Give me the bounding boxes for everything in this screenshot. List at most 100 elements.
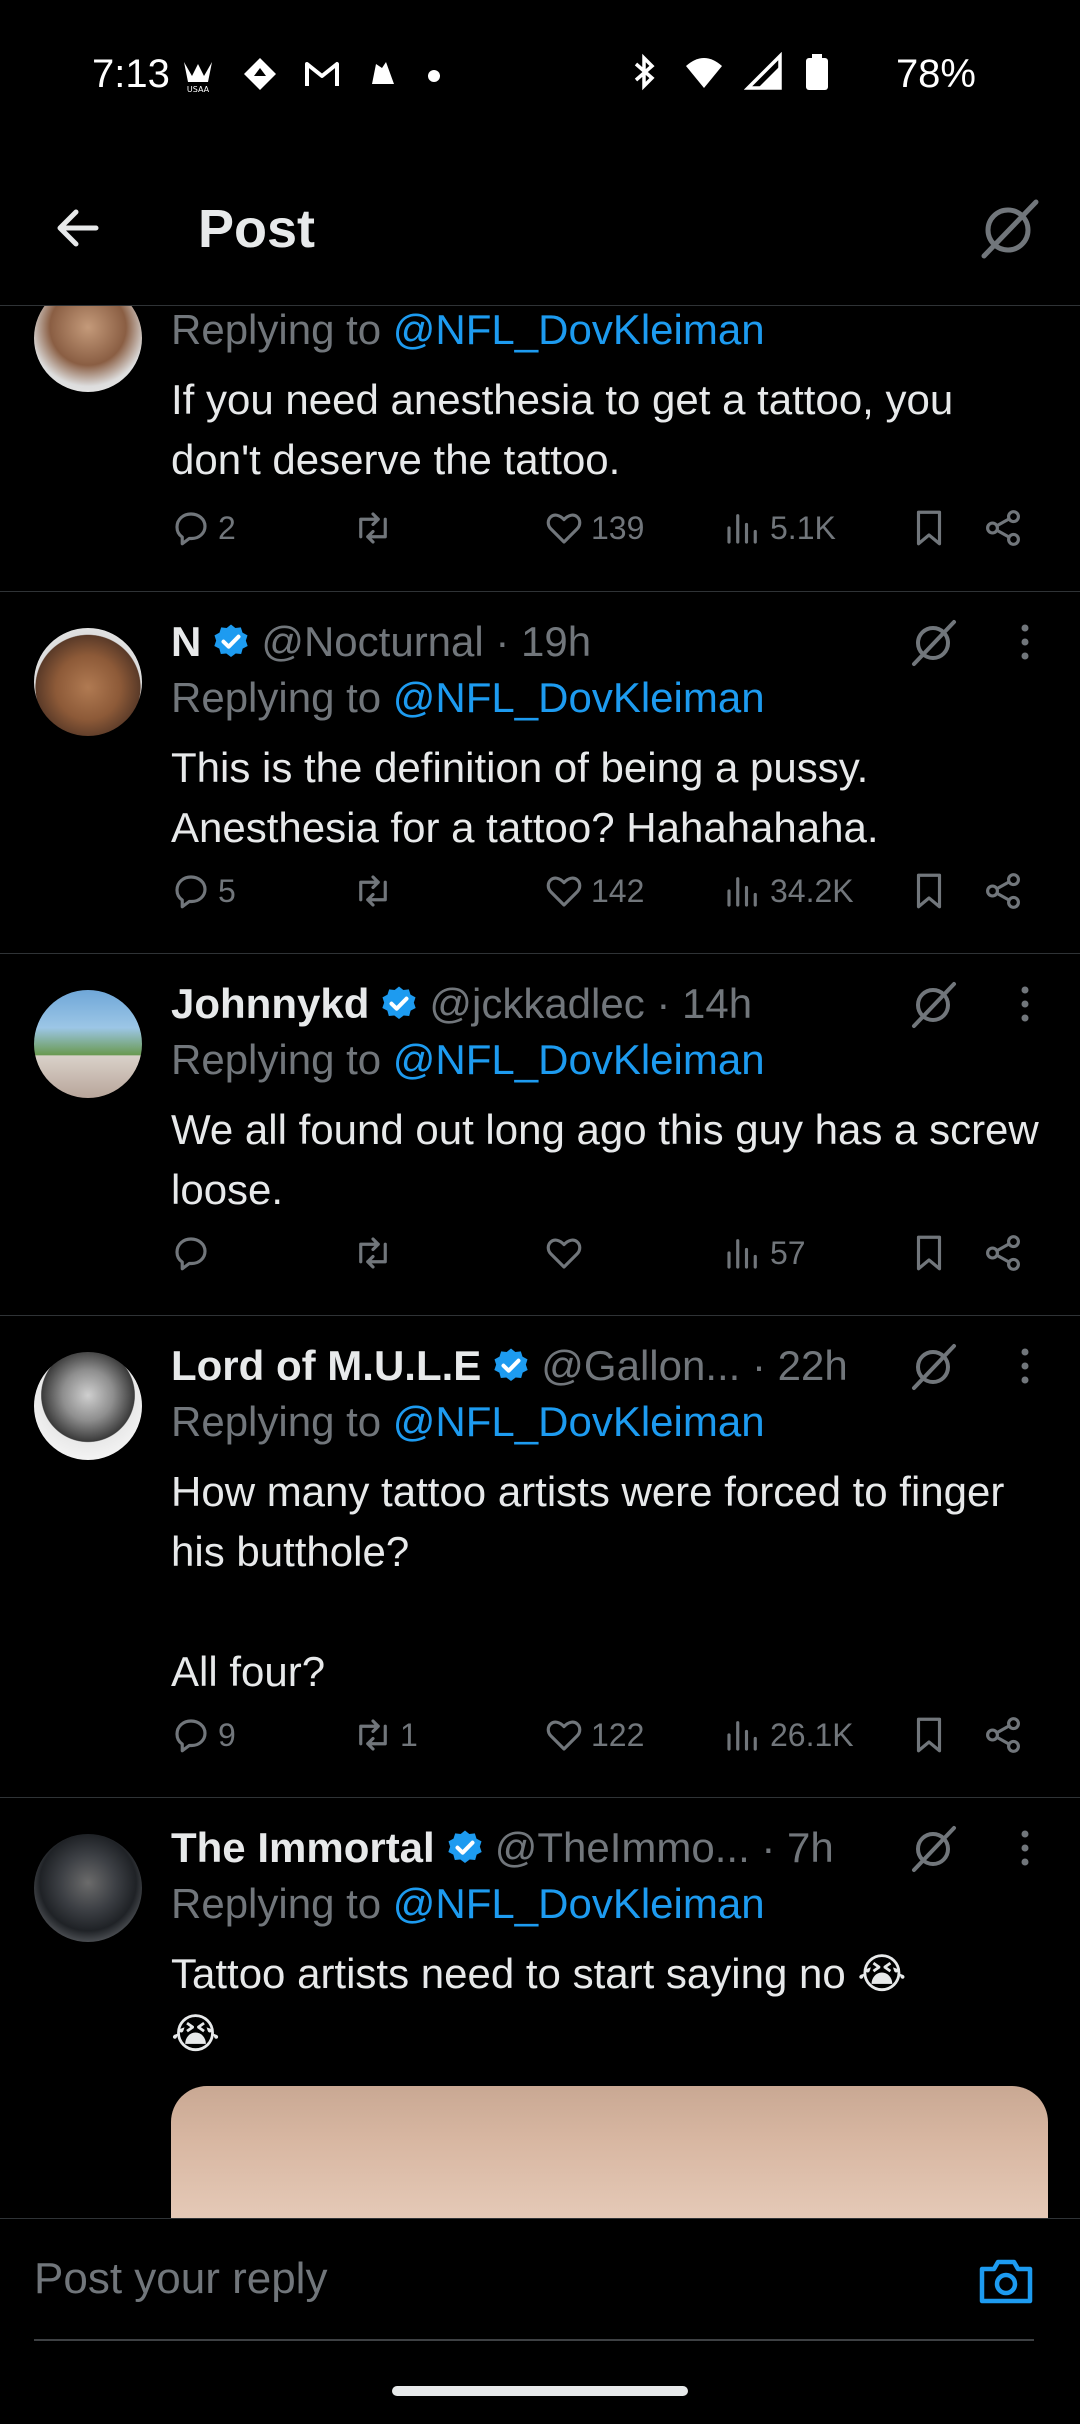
views-icon (727, 1721, 757, 1751)
repost-button[interactable] (352, 1232, 400, 1274)
more-options-icon[interactable] (1010, 1338, 1040, 1394)
verified-badge-icon (494, 1348, 528, 1381)
user-handle[interactable]: @jckkadlec (429, 980, 644, 1028)
wifi-icon (686, 58, 722, 88)
more-options-icon[interactable] (1010, 1820, 1040, 1876)
grok-icon[interactable] (906, 976, 962, 1032)
reply-post[interactable]: The Immortal @TheImmo... · 7h Replying t… (0, 1798, 1080, 2218)
battery-icon (806, 54, 828, 90)
navigation-icon (244, 58, 276, 90)
post-time: · 14h (656, 980, 753, 1027)
avatar[interactable] (34, 990, 142, 1098)
like-button[interactable]: 122 (543, 1714, 644, 1756)
replying-to: Replying to @NFL_DovKleiman (171, 674, 765, 721)
views-button[interactable]: 34.2K (722, 870, 854, 912)
mention-link[interactable]: @NFL_DovKleiman (393, 306, 765, 353)
bookmark-icon (916, 873, 942, 909)
post-header: N @Nocturnal · 19h (171, 614, 591, 670)
camera-icon[interactable] (976, 2251, 1036, 2311)
repost-button[interactable]: 1 (352, 1714, 418, 1756)
post-image[interactable] (171, 2086, 1048, 2218)
like-button[interactable]: 142 (543, 870, 644, 912)
display-name[interactable]: N (171, 618, 201, 666)
heart-icon (546, 876, 582, 907)
reply-button[interactable]: 2 (170, 507, 236, 549)
share-button[interactable] (982, 507, 1030, 549)
status-time: 7:13 (92, 52, 170, 96)
like-button[interactable] (543, 1232, 591, 1274)
post-time: · 19h (495, 618, 592, 665)
post-time: · 7h (761, 1824, 834, 1871)
reply-button[interactable]: 9 (170, 1714, 236, 1756)
display-name[interactable]: Lord of M.U.L.E (171, 1342, 481, 1390)
post-time: · 22h (752, 1342, 848, 1389)
repost-icon (359, 875, 387, 907)
post-text: If you need anesthesia to get a tattoo, … (171, 376, 954, 483)
heart-icon (546, 1238, 582, 1269)
bluetooth-icon (634, 53, 655, 91)
user-handle[interactable]: @Nocturnal (261, 618, 483, 666)
avatar[interactable] (34, 628, 142, 736)
reply-post[interactable]: Replying to @NFL_DovKleiman If you need … (0, 306, 1080, 592)
bookmark-icon (916, 510, 942, 546)
bookmark-button[interactable] (908, 507, 956, 549)
more-options-icon[interactable] (1010, 976, 1040, 1032)
avatar[interactable] (34, 1834, 142, 1942)
mention-link[interactable]: @NFL_DovKleiman (393, 1036, 765, 1083)
mention-link[interactable]: @NFL_DovKleiman (393, 1880, 765, 1927)
svg-text:USAA: USAA (187, 85, 210, 94)
post-actions: 2 139 5.1K (0, 507, 1080, 567)
views-button[interactable]: 57 (722, 1232, 806, 1274)
post-header: Johnnykd @jckkadlec · 14h (171, 976, 752, 1032)
reply-post[interactable]: Johnnykd @jckkadlec · 14h Replying to @N… (0, 954, 1080, 1316)
user-handle[interactable]: @TheImmo... (495, 1824, 750, 1872)
views-button[interactable]: 26.1K (722, 1714, 854, 1756)
display-name[interactable]: The Immortal (171, 1824, 435, 1872)
status-bar: 7:13 USAA 78% (0, 0, 1080, 150)
replying-to: Replying to @NFL_DovKleiman (171, 1398, 765, 1445)
repost-button[interactable] (352, 507, 400, 549)
bookmark-button[interactable] (908, 870, 956, 912)
grok-icon[interactable] (906, 614, 962, 670)
more-options-icon[interactable] (1010, 614, 1040, 670)
like-button[interactable]: 139 (543, 507, 644, 549)
bookmark-icon (916, 1717, 942, 1753)
avatar[interactable] (34, 306, 142, 392)
page-title: Post (198, 199, 316, 259)
repost-icon (359, 1719, 387, 1751)
post-text: We all found out long ago this guy has a… (171, 1106, 1039, 1213)
mention-link[interactable]: @NFL_DovKleiman (393, 1398, 765, 1445)
share-icon (986, 510, 1020, 546)
repost-button[interactable] (352, 870, 400, 912)
grok-icon[interactable] (976, 194, 1044, 262)
signal-icon (744, 52, 782, 90)
reply-button[interactable] (170, 1232, 218, 1274)
reply-input[interactable] (34, 2219, 1034, 2341)
bookmark-button[interactable] (908, 1232, 956, 1274)
reply-post[interactable]: Lord of M.U.L.E @Gallon... · 22h Replyin… (0, 1316, 1080, 1798)
share-icon (986, 873, 1020, 909)
back-arrow-icon[interactable] (44, 194, 112, 262)
share-button[interactable] (982, 1714, 1030, 1756)
grok-icon[interactable] (906, 1338, 962, 1394)
share-button[interactable] (982, 1232, 1030, 1274)
post-header: The Immortal @TheImmo... · 7h (171, 1820, 834, 1876)
replying-to: Replying to @NFL_DovKleiman (171, 1880, 765, 1927)
reply-composer (0, 2218, 1080, 2342)
heart-icon (546, 513, 582, 544)
post-actions: 5 142 34.2K (0, 870, 1080, 930)
user-handle[interactable]: @Gallon... (541, 1342, 740, 1390)
grok-icon[interactable] (906, 1820, 962, 1876)
gesture-handle[interactable] (392, 2386, 688, 2396)
avatar[interactable] (34, 1352, 142, 1460)
mention-link[interactable]: @NFL_DovKleiman (393, 674, 765, 721)
replies-feed[interactable]: Replying to @NFL_DovKleiman If you need … (0, 306, 1080, 2218)
display-name[interactable]: Johnnykd (171, 980, 369, 1028)
bookmark-button[interactable] (908, 1714, 956, 1756)
share-button[interactable] (982, 870, 1030, 912)
system-icons (624, 52, 830, 92)
reply-post[interactable]: N @Nocturnal · 19h Replying to @NFL_DovK… (0, 592, 1080, 954)
reply-button[interactable]: 5 (170, 870, 236, 912)
dot-icon (428, 70, 440, 82)
views-button[interactable]: 5.1K (722, 507, 836, 549)
